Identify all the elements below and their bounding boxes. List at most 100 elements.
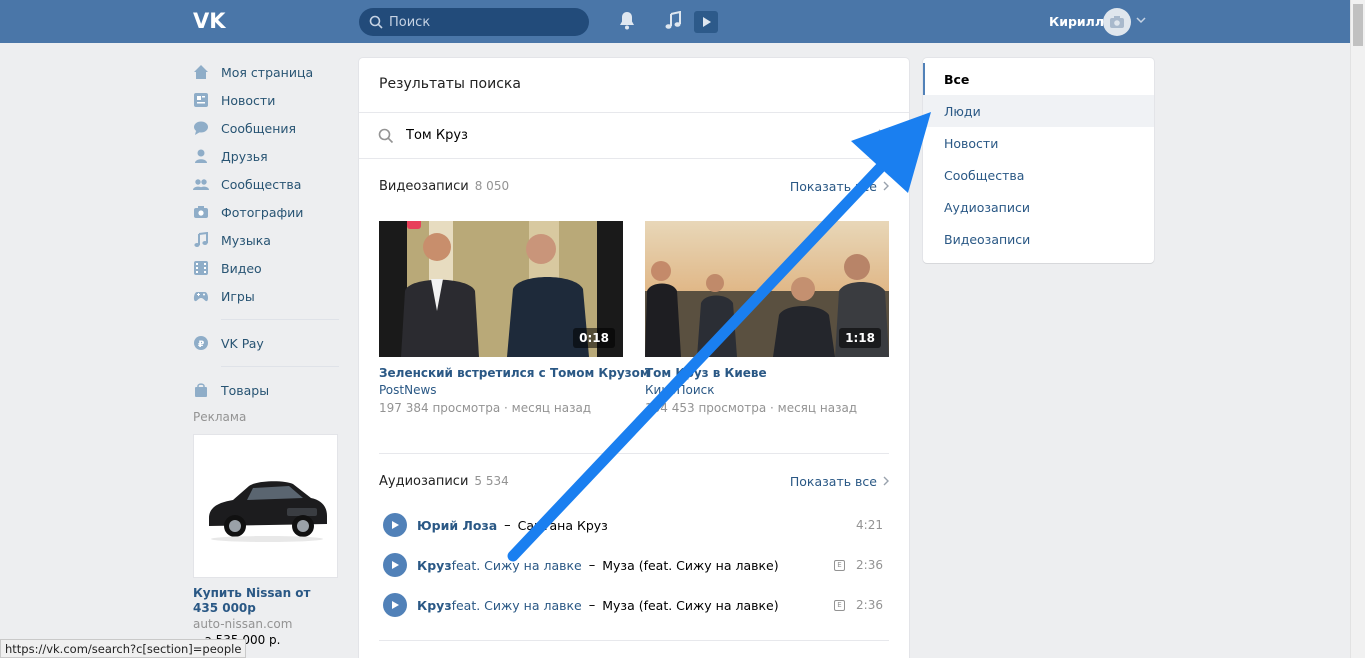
video-icon [193, 260, 209, 276]
track-title: Сантана Круз [517, 517, 608, 533]
sidebar-item-label: Музыка [221, 232, 271, 248]
video-meta: 197 384 просмотра · месяц назад [379, 401, 592, 415]
video-duration: 1:18 [839, 328, 881, 348]
header-search[interactable] [359, 8, 589, 36]
top-header: VK Кирилл [0, 0, 1350, 43]
search-results-panel: Результаты поиска Видеозаписи 8 050 Показ… [359, 58, 909, 658]
filter-audio[interactable]: Аудиозаписи [923, 191, 1154, 223]
video-author[interactable]: КиноПоиск [645, 383, 889, 397]
track-dash: – [588, 557, 596, 573]
video-meta: 104 453 просмотра · месяц назад [645, 401, 858, 415]
video-thumbnail[interactable]: 0:18 [379, 221, 623, 357]
video-thumbnail[interactable]: 1:18 [645, 221, 889, 357]
track-artist[interactable]: Круз [417, 558, 452, 573]
ad-image[interactable] [193, 434, 338, 578]
filter-people[interactable]: Люди [923, 95, 1154, 127]
vk-logo[interactable]: VK [193, 9, 227, 31]
sidebar-item-my-page[interactable]: Моя страница [193, 58, 339, 86]
header-search-input[interactable] [389, 14, 569, 30]
sidebar-item-vkpay[interactable]: ₽ VK Pay [193, 329, 339, 357]
search-filter-menu: Все Люди Новости Сообщества Аудиозаписи … [923, 58, 1154, 263]
play-icon[interactable] [383, 593, 407, 617]
video-card[interactable]: 1:18 Том Круз в Киеве КиноПоиск 104 453 … [645, 221, 889, 415]
music-icon [193, 232, 209, 248]
video-title[interactable]: Том Круз в Киеве [645, 366, 889, 380]
sidebar-item-goods[interactable]: Товары [193, 376, 339, 404]
play-video-icon[interactable] [694, 11, 718, 33]
divider [221, 319, 339, 320]
sidebar-item-label: Друзья [221, 148, 268, 164]
close-icon[interactable] [877, 128, 891, 142]
filter-communities[interactable]: Сообщества [923, 159, 1154, 191]
camera-icon [1110, 16, 1124, 28]
audio-track[interactable]: Круз feat. Сижу на лавке – Муза (feat. С… [359, 585, 909, 625]
filter-news[interactable]: Новости [923, 127, 1154, 159]
sidebar-item-label: Игры [221, 288, 255, 304]
music-note-icon[interactable] [664, 11, 682, 31]
play-icon[interactable] [383, 513, 407, 537]
track-artist[interactable]: Круз [417, 598, 452, 613]
chevron-down-icon[interactable] [1136, 16, 1146, 24]
sidebar-item-photos[interactable]: Фотографии [193, 198, 339, 226]
user-name[interactable]: Кирилл [1049, 14, 1104, 29]
divider [379, 640, 889, 641]
track-artist[interactable]: Юрий Лоза [417, 518, 497, 533]
track-dash: – [588, 597, 596, 613]
svg-text:VK: VK [193, 9, 226, 31]
sidebar-item-friends[interactable]: Друзья [193, 142, 339, 170]
scrollbar-thumb[interactable] [1353, 4, 1363, 46]
video-author[interactable]: PostNews [379, 383, 623, 397]
bell-icon[interactable] [618, 11, 636, 31]
videos-show-all-link[interactable]: Показать все [790, 179, 889, 194]
messages-icon [193, 120, 209, 136]
left-sidebar: Моя страница Новости Сообщения Друзья Со… [193, 58, 339, 647]
videos-section-title: Видеозаписи [379, 178, 469, 194]
audio-track[interactable]: Круз feat. Сижу на лавке – Муза (feat. С… [359, 545, 909, 585]
show-all-label: Показать все [789, 178, 877, 194]
video-duration: 0:18 [573, 328, 615, 348]
divider [221, 366, 339, 367]
explicit-icon: E [834, 559, 845, 571]
sidebar-item-label: VK Pay [221, 335, 264, 351]
divider [379, 453, 889, 454]
sidebar-item-messages[interactable]: Сообщения [193, 114, 339, 142]
track-dash: – [504, 517, 511, 533]
search-icon [369, 15, 383, 29]
sidebar-item-music[interactable]: Музыка [193, 226, 339, 254]
play-icon[interactable] [383, 553, 407, 577]
track-duration: 2:36 [856, 558, 883, 572]
sidebar-item-news[interactable]: Новости [193, 86, 339, 114]
ads-label: Реклама [193, 410, 247, 424]
show-all-label: Показать все [789, 473, 877, 489]
search-query-input[interactable] [406, 128, 846, 143]
sidebar-item-label: Видео [221, 260, 262, 276]
chevron-right-icon [883, 181, 889, 191]
status-bar-url: https://vk.com/search?c[section]=people [0, 639, 247, 658]
search-query-row[interactable] [359, 113, 909, 159]
videos-section-header: Видеозаписи 8 050 Показать все [359, 177, 909, 195]
filter-all[interactable]: Все [923, 63, 1154, 95]
audio-track[interactable]: Юрий Лоза – Сантана Круз 4:21 [359, 505, 909, 545]
sidebar-item-video[interactable]: Видео [193, 254, 339, 282]
avatar[interactable] [1103, 8, 1131, 36]
sidebar-item-label: Новости [221, 92, 276, 108]
sidebar-item-communities[interactable]: Сообщества [193, 170, 339, 198]
home-icon [193, 64, 209, 80]
track-title: Муза (feat. Сижу на лавке) [602, 557, 779, 573]
page-scrollbar[interactable] [1350, 0, 1365, 658]
track-feat[interactable]: feat. Сижу на лавке [452, 598, 582, 613]
audio-show-all-link[interactable]: Показать все [790, 474, 889, 489]
video-card[interactable]: 0:18 Зеленский встретился с Томом Крузом… [379, 221, 650, 415]
shopping-bag-icon [193, 382, 209, 398]
video-title[interactable]: Зеленский встретился с Томом Крузом [379, 366, 650, 380]
communities-icon [193, 176, 209, 192]
track-feat[interactable]: feat. Сижу на лавке [452, 558, 582, 573]
sidebar-item-label: Моя страница [221, 64, 314, 80]
ad-title[interactable]: Купить Nissan от 435 000р [193, 586, 339, 616]
sidebar-item-label: Товары [221, 382, 270, 398]
filter-video[interactable]: Видеозаписи [923, 223, 1154, 255]
video-results: 0:18 Зеленский встретился с Томом Крузом… [359, 221, 909, 415]
sidebar-item-games[interactable]: Игры [193, 282, 339, 310]
page-title: Результаты поиска [359, 58, 909, 113]
videos-count: 8 050 [474, 178, 510, 193]
